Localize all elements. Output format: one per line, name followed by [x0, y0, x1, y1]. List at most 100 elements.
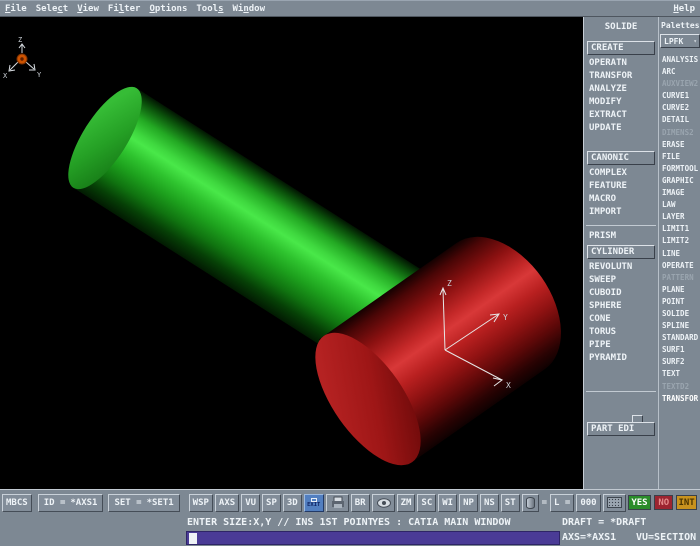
- set-field[interactable]: SET = *SET1: [108, 494, 179, 512]
- part-edit-tab: [632, 415, 643, 422]
- solide-panel-title: SOLIDE: [584, 22, 658, 32]
- keyboard-button[interactable]: [603, 494, 626, 512]
- print-button[interactable]: [326, 494, 349, 512]
- solide-item[interactable]: UPDATE: [584, 122, 658, 135]
- vu-button[interactable]: VU: [241, 494, 260, 512]
- palette-item[interactable]: LINE: [659, 248, 700, 260]
- wi-button[interactable]: WI: [438, 494, 457, 512]
- chevron-down-icon: ▾: [693, 38, 697, 45]
- status-row-prompt: ENTER SIZE:X,Y // INS 1ST POINT YES : CA…: [0, 515, 700, 530]
- catia-window: { "menu": { "items": ["File", "Select", …: [0, 0, 700, 546]
- main-window-label: YES : CATIA MAIN WINDOW: [372, 517, 510, 528]
- menu-item-window[interactable]: Window: [232, 4, 265, 14]
- no-button[interactable]: NO: [654, 495, 673, 510]
- view-status-label: VU=SECTION: [636, 532, 696, 543]
- palette-item[interactable]: TRANSFOR: [659, 393, 700, 405]
- canonic-button[interactable]: CANONIC: [587, 151, 655, 165]
- palette-item[interactable]: OPERATE: [659, 260, 700, 272]
- st-button[interactable]: ST: [501, 494, 520, 512]
- palettes-panel: Palettes: LPFK ▾ ANALYSIS ARC AUXVIEW2 C…: [658, 17, 700, 489]
- part-edit-button[interactable]: PART EDI: [587, 422, 655, 436]
- cylinder-tool-button[interactable]: [522, 494, 539, 512]
- corner-axis-label-z: Z: [18, 36, 22, 44]
- solide-item[interactable]: FEATURE: [584, 180, 658, 193]
- int-button[interactable]: INT: [676, 495, 697, 510]
- menu-item-file[interactable]: File: [5, 4, 27, 14]
- palette-item[interactable]: GRAPHIC: [659, 175, 700, 187]
- view-mode-button[interactable]: [372, 494, 395, 512]
- viewport-canvas[interactable]: Z X Y Z Y X: [0, 17, 583, 489]
- menu-item-options[interactable]: Options: [149, 4, 187, 14]
- solide-item[interactable]: IMPORT: [584, 206, 658, 219]
- solide-item[interactable]: EXTRACT: [584, 109, 658, 122]
- palette-item[interactable]: PLANE: [659, 284, 700, 296]
- menu-item-tools[interactable]: Tools: [196, 4, 223, 14]
- wsp-button[interactable]: WSP: [189, 494, 213, 512]
- palette-item[interactable]: LAW: [659, 199, 700, 211]
- solide-item[interactable]: PYRAMID: [584, 352, 658, 365]
- 3d-button[interactable]: 3D: [283, 494, 302, 512]
- palette-item[interactable]: FILE: [659, 151, 700, 163]
- solide-item[interactable]: PRISM: [584, 230, 658, 243]
- palette-item[interactable]: STANDARD: [659, 332, 700, 344]
- palette-item[interactable]: ANALYSIS: [659, 54, 700, 66]
- solide-item[interactable]: ANALYZE: [584, 83, 658, 96]
- sp-button[interactable]: SP: [262, 494, 281, 512]
- menu-item-view[interactable]: View: [77, 4, 99, 14]
- solide-item[interactable]: TORUS: [584, 326, 658, 339]
- divider: [586, 391, 656, 392]
- solide-item[interactable]: MODIFY: [584, 96, 658, 109]
- solide-item[interactable]: MACRO: [584, 193, 658, 206]
- solide-item[interactable]: CONE: [584, 313, 658, 326]
- palette-item[interactable]: LAYER: [659, 211, 700, 223]
- palette-item[interactable]: DETAIL: [659, 114, 700, 126]
- exit-button[interactable]: EXIT: [304, 494, 324, 512]
- solide-item[interactable]: SPHERE: [584, 300, 658, 313]
- palette-item[interactable]: POINT: [659, 296, 700, 308]
- palette-item[interactable]: IMAGE: [659, 187, 700, 199]
- palette-item[interactable]: TEXT: [659, 368, 700, 380]
- yes-button[interactable]: YES: [628, 495, 652, 510]
- status-row-input: AXS=*AXS1 VU=SECTION: [0, 530, 700, 546]
- palette-item[interactable]: CURVE2: [659, 102, 700, 114]
- solide-item[interactable]: OPERATN: [584, 57, 658, 70]
- palette-item[interactable]: ERASE: [659, 139, 700, 151]
- palette-item[interactable]: SPLINE: [659, 320, 700, 332]
- axis-status-label: AXS=*AXS1: [562, 532, 616, 543]
- palette-item[interactable]: CURVE1: [659, 90, 700, 102]
- menu-item-select[interactable]: Select: [36, 4, 69, 14]
- palette-item[interactable]: ARC: [659, 66, 700, 78]
- palette-item[interactable]: LIMIT2: [659, 235, 700, 247]
- palette-item[interactable]: FORMTOOL: [659, 163, 700, 175]
- solide-item[interactable]: COMPLEX: [584, 167, 658, 180]
- counter-field[interactable]: 000: [576, 494, 600, 512]
- cylinder-button[interactable]: CYLINDER: [587, 245, 655, 259]
- zm-button[interactable]: ZM: [397, 494, 416, 512]
- mbcs-button[interactable]: MBCS: [2, 494, 32, 512]
- solide-item[interactable]: SWEEP: [584, 274, 658, 287]
- layer-field-label[interactable]: L =: [550, 494, 574, 512]
- ns-button[interactable]: NS: [480, 494, 499, 512]
- palette-item[interactable]: SURF1: [659, 344, 700, 356]
- sc-button[interactable]: SC: [417, 494, 436, 512]
- br-button[interactable]: BR: [351, 494, 370, 512]
- np-button[interactable]: NP: [459, 494, 478, 512]
- id-field-label: ID =: [44, 498, 66, 508]
- solide-item[interactable]: CUBOID: [584, 287, 658, 300]
- command-input[interactable]: [186, 531, 560, 545]
- solide-item[interactable]: TRANSFOR: [584, 70, 658, 83]
- palette-selector[interactable]: LPFK ▾: [660, 34, 700, 48]
- id-field-value: *AXS1: [70, 498, 97, 508]
- axis-ball-icon: [17, 54, 27, 64]
- axs-button[interactable]: AXS: [215, 494, 239, 512]
- palette-item[interactable]: LIMIT1: [659, 223, 700, 235]
- menu-item-filter[interactable]: Filter: [108, 4, 141, 14]
- id-field[interactable]: ID = *AXS1: [38, 494, 104, 512]
- set-field-label: SET =: [114, 498, 141, 508]
- create-button[interactable]: CREATE: [587, 41, 655, 55]
- palette-item[interactable]: SOLIDE: [659, 308, 700, 320]
- solide-item[interactable]: PIPE: [584, 339, 658, 352]
- palette-item[interactable]: SURF2: [659, 356, 700, 368]
- solide-item[interactable]: REVOLUTN: [584, 261, 658, 274]
- menu-item-help[interactable]: Help: [673, 4, 695, 14]
